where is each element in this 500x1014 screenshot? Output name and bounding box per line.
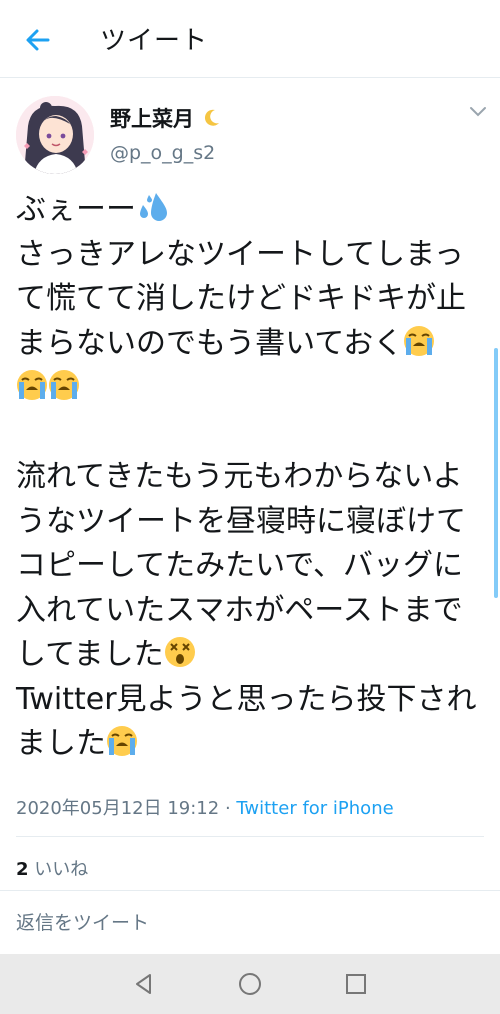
display-name-text: 野上菜月 (110, 107, 194, 131)
tweet-line: ぶぇーー (16, 188, 486, 233)
tweet-line: さっきアレなツイートしてしまっ (16, 236, 464, 272)
tweet-line: まらないのでもう書いておく (16, 322, 486, 367)
tweet-meta: 2020年05月12日 19:12 · Twitter for iPhone (16, 794, 394, 820)
likes-stat[interactable]: 2 いいね (16, 855, 88, 881)
tweet-text: ぶぇーー さっきアレなツイートしてしまっ て慌てて消したけどドキドキが止 まらな… (16, 188, 486, 767)
username[interactable]: @p_o_g_s2 (110, 142, 215, 164)
loudly-crying-face-icon (16, 369, 48, 401)
top-app-bar: ツイート (0, 0, 500, 78)
display-name[interactable]: 野上菜月 (110, 103, 221, 133)
tweet-line: コピーしてたみたいで、バッグに (16, 548, 463, 583)
tweet-line: 入れていたスマホがペーストまで (16, 592, 463, 628)
meta-separator: · (219, 798, 237, 819)
likes-label: いいね (34, 859, 89, 880)
android-navigation-bar (0, 954, 500, 1014)
likes-count: 2 (16, 859, 29, 880)
page-title: ツイート (100, 26, 209, 56)
nav-back-icon[interactable] (132, 972, 156, 996)
crescent-moon-icon (205, 109, 220, 126)
tweet-line: て慌てて消したけどドキドキが止 (16, 281, 466, 316)
nav-home-icon[interactable] (238, 972, 262, 996)
tweet-line (16, 366, 486, 411)
nav-recents-icon[interactable] (344, 972, 368, 996)
avatar[interactable] (16, 96, 94, 174)
dizzy-face-icon (164, 636, 196, 668)
tweet-line: ました (16, 722, 486, 767)
back-arrow-icon[interactable] (22, 24, 54, 56)
loudly-crying-face-icon (403, 325, 435, 357)
timestamp: 2020年05月12日 19:12 (16, 798, 220, 819)
tweet-line: うなツイートを昼寝時に寝ぼけて (16, 503, 466, 539)
divider (16, 836, 484, 837)
divider (0, 890, 500, 891)
tweet-line: してました (16, 633, 486, 678)
source-link[interactable]: Twitter for iPhone (236, 798, 393, 819)
scrollbar[interactable] (494, 348, 498, 598)
tweet-line: Twitter見ようと思ったら投下され (16, 681, 477, 717)
chevron-down-icon[interactable] (466, 104, 490, 120)
reply-input[interactable]: 返信をツイート (16, 908, 149, 935)
sweat-droplets-icon (136, 191, 168, 223)
loudly-crying-face-icon (106, 725, 138, 757)
loudly-crying-face-icon (48, 369, 80, 401)
tweet-line: 流れてきたもう元もわからないよ (16, 459, 463, 494)
